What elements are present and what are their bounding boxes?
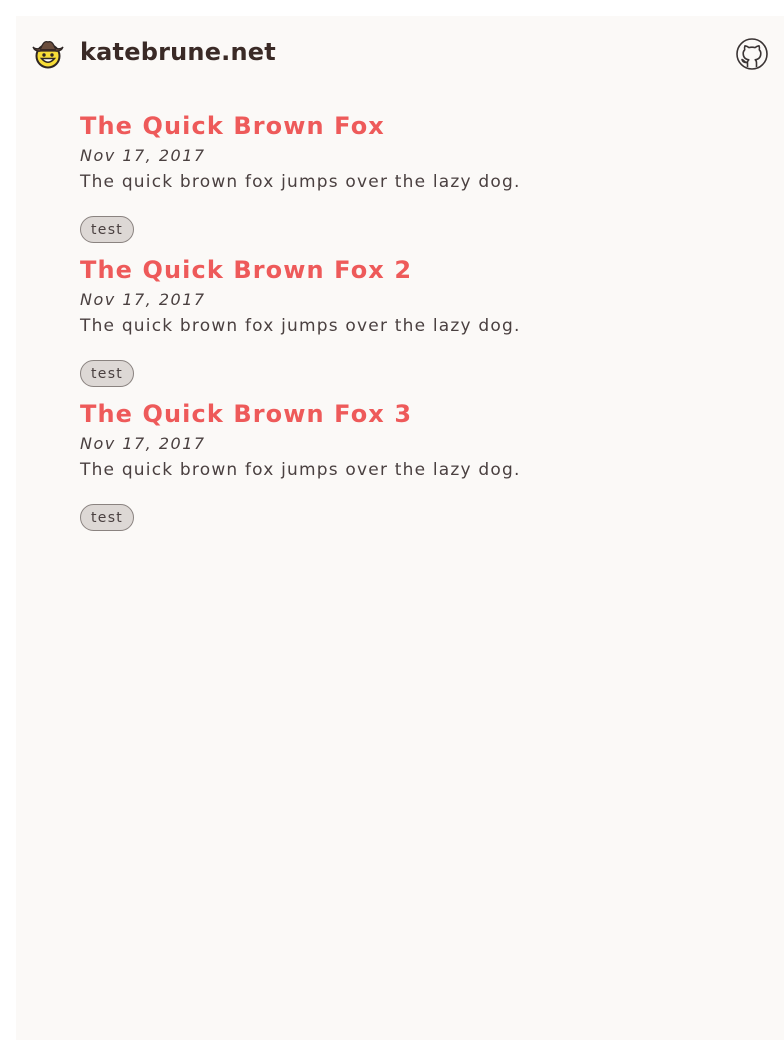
post-item: The Quick Brown Fox 2 Nov 17, 2017 The q… [80, 252, 770, 396]
post-title-link[interactable]: The Quick Brown Fox [80, 112, 385, 140]
site-header: katebrune.net [16, 16, 784, 92]
post-title-link[interactable]: The Quick Brown Fox 3 [80, 400, 412, 428]
github-icon[interactable] [735, 37, 769, 71]
post-date: Nov 17, 2017 [80, 434, 206, 453]
cowboy-logo-icon[interactable] [31, 35, 65, 69]
tag-badge[interactable]: test [80, 504, 135, 531]
page-container: katebrune.net The Quick Brown Fox Nov 17… [16, 16, 784, 1040]
post-date: Nov 17, 2017 [80, 290, 206, 309]
post-list: The Quick Brown Fox Nov 17, 2017 The qui… [80, 108, 770, 540]
post-excerpt: The quick brown fox jumps over the lazy … [80, 316, 521, 336]
tag-badge[interactable]: test [80, 360, 135, 387]
post-date: Nov 17, 2017 [80, 146, 206, 165]
post-item: The Quick Brown Fox Nov 17, 2017 The qui… [80, 108, 770, 252]
post-title-link[interactable]: The Quick Brown Fox 2 [80, 256, 412, 284]
tag-badge[interactable]: test [80, 216, 135, 243]
post-excerpt: The quick brown fox jumps over the lazy … [80, 172, 521, 192]
post-excerpt: The quick brown fox jumps over the lazy … [80, 460, 521, 480]
site-title[interactable]: katebrune.net [80, 38, 276, 66]
post-item: The Quick Brown Fox 3 Nov 17, 2017 The q… [80, 396, 770, 540]
